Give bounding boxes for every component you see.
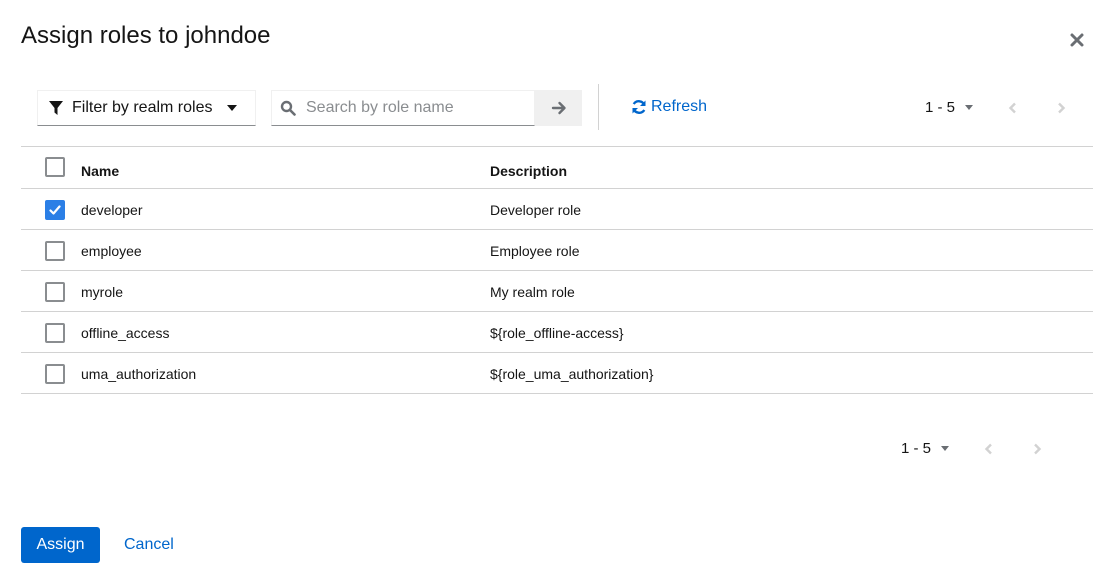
pagination-top: 1 - 5 [925, 99, 1069, 116]
arrow-right-icon [551, 101, 566, 115]
row-checkbox[interactable] [45, 241, 65, 261]
per-page-toggle-top[interactable]: 1 - 5 [925, 99, 974, 116]
role-name: employee [81, 243, 142, 259]
pagination-range: 1 - 5 [901, 440, 932, 457]
search-field [271, 90, 535, 126]
search-icon [280, 100, 296, 116]
chevron-left-icon [984, 443, 992, 454]
table-row: myrole My realm role [21, 271, 1093, 312]
check-icon [49, 205, 61, 215]
previous-page-button[interactable] [981, 441, 997, 457]
table-row: uma_authorization ${role_uma_authorizatio… [21, 353, 1093, 394]
toolbar-divider [598, 84, 599, 130]
refresh-label: Refresh [651, 98, 708, 115]
next-page-button[interactable] [1029, 441, 1045, 457]
caret-down-icon [227, 105, 237, 111]
refresh-button[interactable]: Refresh [631, 98, 707, 116]
chevron-right-icon [1034, 443, 1042, 454]
close-button[interactable] [1068, 31, 1086, 49]
role-description: Developer role [490, 202, 582, 218]
column-header-name: Name [81, 163, 120, 179]
chevron-left-icon [1008, 102, 1016, 113]
cancel-button[interactable]: Cancel [112, 527, 186, 563]
assign-button[interactable]: Assign [21, 527, 100, 563]
role-name: myrole [81, 284, 124, 300]
column-header-description: Description [490, 163, 568, 179]
row-checkbox[interactable] [45, 323, 65, 343]
table-row: developer Developer role [21, 189, 1093, 230]
role-name: offline_access [81, 325, 170, 341]
role-description: My realm role [490, 284, 575, 300]
pagination-bottom: 1 - 5 [901, 440, 1045, 457]
roles-table: Name Description developer Developer role… [21, 146, 1093, 394]
role-description: Employee role [490, 243, 580, 259]
close-icon [1070, 33, 1084, 47]
dialog-title: Assign roles to johndoe [21, 22, 271, 49]
table-header: Name Description [21, 147, 1093, 189]
refresh-icon [632, 100, 646, 114]
row-checkbox[interactable] [45, 200, 65, 220]
role-description: ${role_offline-access} [490, 325, 624, 341]
row-checkbox[interactable] [45, 364, 65, 384]
search-input[interactable] [304, 98, 524, 118]
previous-page-button[interactable] [1005, 100, 1021, 116]
filter-icon [49, 101, 63, 115]
chevron-right-icon [1058, 102, 1066, 113]
table-row: employee Employee role [21, 230, 1093, 271]
search-submit-button[interactable] [535, 90, 582, 126]
filter-dropdown[interactable]: Filter by realm roles [37, 90, 256, 126]
table-row: offline_access ${role_offline-access} [21, 312, 1093, 353]
role-name: uma_authorization [81, 366, 197, 382]
per-page-toggle-bottom[interactable]: 1 - 5 [901, 440, 950, 457]
caret-down-icon [965, 105, 974, 110]
caret-down-icon [941, 446, 950, 451]
row-checkbox[interactable] [45, 282, 65, 302]
role-name: developer [81, 202, 143, 218]
role-description: ${role_uma_authorization} [490, 366, 654, 382]
select-all-checkbox[interactable] [45, 157, 65, 177]
pagination-range: 1 - 5 [925, 99, 956, 116]
filter-label: Filter by realm roles [72, 99, 213, 116]
next-page-button[interactable] [1053, 100, 1069, 116]
